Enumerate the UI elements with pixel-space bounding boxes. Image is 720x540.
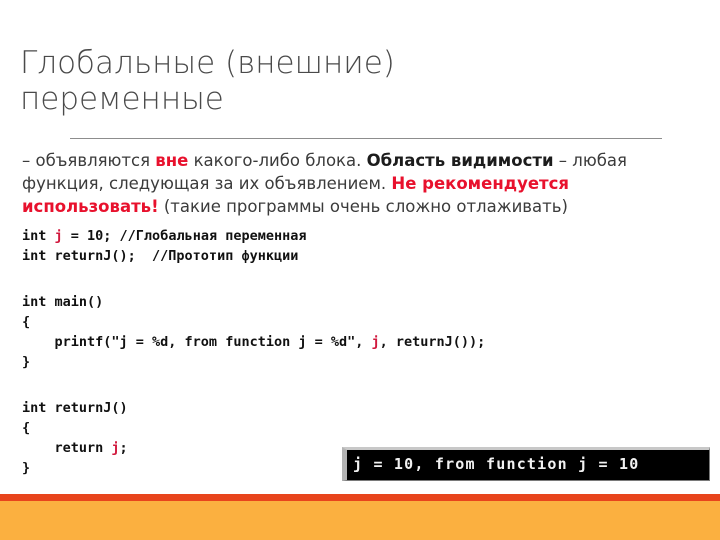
code-3-line-2: {: [22, 420, 31, 436]
slide-canvas: Глобальные (внешние) переменные – объявл…: [0, 0, 720, 540]
code-3-line-1: int returnJ(): [22, 400, 128, 416]
code-2-line-2: {: [22, 314, 31, 330]
console-output-window: j = 10, from function j = 10: [342, 447, 710, 481]
console-output-text: j = 10, from function j = 10: [353, 455, 640, 473]
code-2-variable-j: j: [371, 334, 380, 350]
code-block-main: int main() { printf("j = %d, from functi…: [22, 292, 485, 372]
body-segment-7: (такие программы очень сложно отлаживать…: [158, 197, 568, 216]
page-title-line-1: Глобальные (внешние): [20, 45, 395, 81]
title-divider: [70, 138, 662, 139]
code-2-line-3-post: , returnJ());: [379, 334, 486, 350]
body-emphasis-vne: вне: [155, 151, 189, 170]
body-segment-1: – объявляются: [22, 151, 156, 170]
body-emphasis-scope: Область видимости: [366, 151, 554, 170]
code-2-line-3-pre: printf("j = %d, from function j = %d",: [22, 334, 372, 350]
code-3-line-3-post: ;: [119, 440, 128, 456]
page-title-line-2: переменные: [20, 81, 224, 117]
code-1-line-1-post: = 10; //Глобальная переменная: [62, 228, 307, 244]
code-block-globals: int j = 10; //Глобальная переменная int …: [22, 226, 307, 266]
body-segment-3: какого-либо блока.: [188, 151, 367, 170]
code-3-line-4: }: [22, 460, 31, 476]
code-block-returnj: int returnJ() { return j; }: [22, 398, 128, 478]
body-paragraph: – объявляются вне какого-либо блока. Обл…: [22, 149, 694, 218]
code-3-variable-j: j: [111, 440, 120, 456]
code-1-line-1-pre: int: [22, 228, 55, 244]
footer-band-orange: [0, 501, 720, 540]
code-2-line-4: }: [22, 354, 31, 370]
code-3-line-3-pre: return: [22, 440, 112, 456]
code-2-line-1: int main(): [22, 294, 104, 310]
page-title: Глобальные (внешние) переменные: [20, 45, 620, 117]
code-1-line-2: int returnJ(); //Прототип функции: [22, 248, 299, 264]
code-1-variable-j: j: [54, 228, 63, 244]
footer-band-red: [0, 494, 720, 501]
